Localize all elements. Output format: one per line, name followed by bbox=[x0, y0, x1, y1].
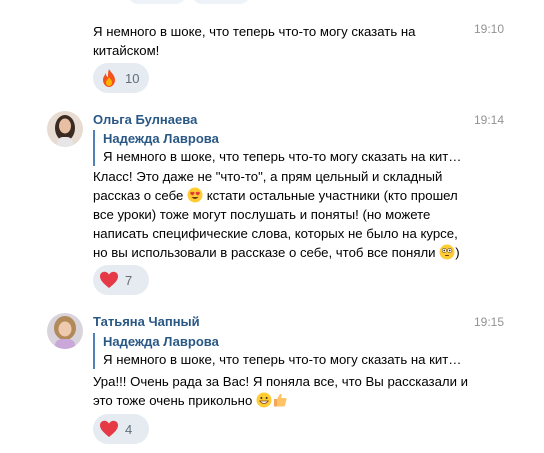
heart-icon bbox=[100, 271, 118, 288]
heart-eyes-emoji-icon bbox=[187, 187, 203, 203]
thumbs-up-emoji-icon bbox=[273, 393, 287, 407]
quote-author: Надежда Лаврова bbox=[103, 131, 219, 146]
quote-text: Я немного в шоке, что теперь что-то могу… bbox=[103, 149, 462, 164]
message-text-line: Я немного в шоке, что теперь что-то могу… bbox=[93, 24, 416, 39]
reaction-button[interactable]: 7 bbox=[93, 265, 149, 295]
reaction-count: 4 bbox=[125, 421, 133, 437]
flushed-face-emoji-icon bbox=[439, 244, 455, 260]
message-text-line-with-emoji: рассказ о себе кстати остальные участник… bbox=[93, 187, 458, 203]
avatar[interactable] bbox=[47, 111, 83, 147]
message-text: Класс! Это даже не "что-то", а прям цель… bbox=[93, 167, 493, 262]
chat-history: 19:10 Я немного в шоке, что теперь что-т… bbox=[0, 0, 544, 453]
reply-quote[interactable]: Надежда Лаврова Я немного в шоке, что те… bbox=[93, 333, 473, 369]
message-text-line: написать специфические слова, которых не… bbox=[93, 226, 458, 241]
grinning-face-emoji-icon bbox=[256, 392, 272, 408]
message-text-line-with-emoji: это тоже очень прикольно bbox=[93, 391, 493, 410]
message-time: 19:15 bbox=[473, 315, 504, 329]
message-time: 19:10 bbox=[473, 22, 504, 36]
message-text-line-with-emoji: но вы использовали в рассказе о себе, чт… bbox=[93, 244, 460, 260]
reaction-button[interactable]: 10 bbox=[93, 63, 149, 93]
quote-text: Я немного в шоке, что теперь что-то могу… bbox=[103, 352, 462, 367]
avatar[interactable] bbox=[47, 313, 83, 349]
heart-icon bbox=[100, 420, 118, 437]
message-text-line: все уроки) тоже могут послушать и поняты… bbox=[93, 207, 431, 222]
message-text: Я немного в шоке, что теперь что-то могу… bbox=[93, 22, 473, 60]
message-text-line: Ура!!! Очень рада за Вас! Я поняла все, … bbox=[93, 374, 469, 389]
author-name[interactable]: Татьяна Чапный bbox=[93, 314, 200, 329]
fire-icon bbox=[103, 69, 115, 87]
message-text: Ура!!! Очень рада за Вас! Я поняла все, … bbox=[93, 372, 493, 410]
clipped-reaction-pill[interactable] bbox=[192, 0, 250, 4]
reply-quote[interactable]: Надежда Лаврова Я немного в шоке, что те… bbox=[93, 130, 473, 166]
message-time: 19:14 bbox=[473, 113, 504, 127]
author-name[interactable]: Ольга Булнаева bbox=[93, 112, 197, 127]
reaction-count: 10 bbox=[125, 70, 140, 86]
message-text-line: китайском! bbox=[93, 43, 160, 58]
reaction-count: 7 bbox=[125, 272, 133, 288]
reaction-button[interactable]: 4 bbox=[93, 414, 149, 444]
message-text-line: Класс! Это даже не "что-то", а прям цель… bbox=[93, 169, 443, 184]
clipped-reactions bbox=[128, 0, 250, 4]
quote-author: Надежда Лаврова bbox=[103, 334, 219, 349]
clipped-reaction-pill[interactable] bbox=[128, 0, 186, 4]
